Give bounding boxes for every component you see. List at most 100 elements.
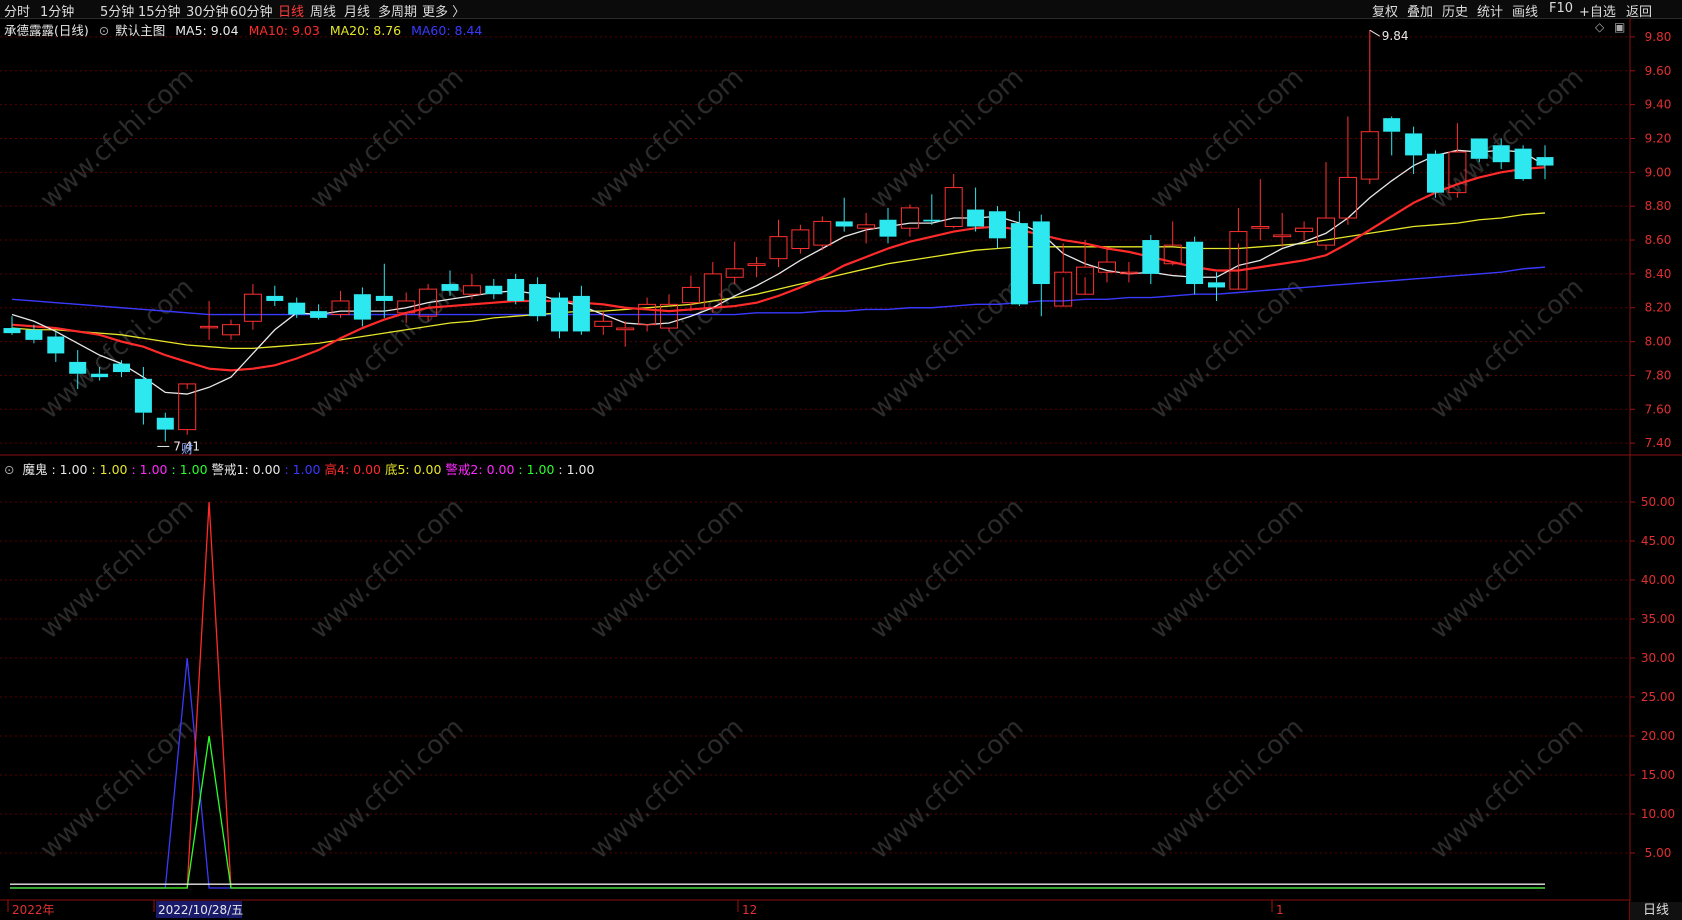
candle-body [1448, 151, 1467, 194]
indicator-tick-label: 10.00 [1641, 807, 1675, 821]
tab-weekly[interactable]: 周线 [310, 1, 336, 20]
watermark: www.cfchi.com [865, 272, 1030, 425]
indicator-legend-label: 底5: [380, 462, 414, 477]
candle-body [638, 303, 657, 326]
tab-monthly[interactable]: 月线 [344, 1, 370, 20]
diamond-icon[interactable]: ◇ [1595, 20, 1604, 34]
watermark: www.cfchi.com [1425, 492, 1590, 645]
candle-body [857, 224, 876, 229]
price-tick-label: 8.60 [1645, 233, 1672, 247]
candle-body [1536, 157, 1554, 166]
price-tick-label: 7.60 [1645, 402, 1672, 416]
candle-body [69, 361, 87, 374]
candle-body [989, 211, 1006, 239]
candle-body [375, 295, 393, 301]
indicator-tick-label: 20.00 [1641, 729, 1675, 743]
price-tick-label: 8.20 [1645, 301, 1672, 315]
date-highlight [156, 901, 242, 918]
candle-body [1098, 261, 1116, 273]
f10-button[interactable]: F10 [1549, 1, 1573, 16]
indicator-tick-label: 15.00 [1641, 768, 1675, 782]
overlay-button[interactable]: 叠加 [1407, 1, 1433, 20]
watermark: www.cfchi.com [865, 62, 1030, 215]
low-price-label: 7.41 [173, 439, 200, 453]
fuquan-button[interactable]: 复权 [1372, 1, 1398, 20]
tab-60min[interactable]: 60分钟 [230, 1, 273, 20]
indicator-legend-label: : [554, 462, 567, 477]
indicator-legend-item: 底5: 0.00 [380, 462, 442, 477]
watermark: www.cfchi.com [305, 272, 470, 425]
tab-1min[interactable]: 1分钟 [40, 1, 74, 20]
history-button[interactable]: 历史 [1442, 1, 1468, 20]
indicator-legend-label: : [127, 462, 140, 477]
indicator-legend-label: : [514, 462, 527, 477]
candle-body [331, 300, 350, 316]
candle-body [594, 320, 613, 327]
candle-body [813, 220, 832, 246]
candle-body [419, 288, 438, 317]
tab-more[interactable]: 更多 〉 [422, 1, 465, 20]
stats-button[interactable]: 统计 [1477, 1, 1503, 20]
candle-body [1119, 271, 1138, 275]
price-tick-label: 9.00 [1645, 165, 1672, 179]
template-name[interactable]: 默认主图 [115, 23, 165, 38]
finance-marker: 财 [181, 442, 193, 456]
draw-button[interactable]: 画线 [1512, 1, 1538, 20]
tab-fenshi[interactable]: 分时 [4, 1, 30, 20]
period-indicator[interactable]: 日线 [1629, 902, 1682, 920]
collapse-icon[interactable]: ⊙ [4, 462, 14, 477]
watermark: www.cfchi.com [865, 492, 1030, 645]
indicator-legend-value: 1.00 [99, 462, 128, 477]
price-tick-label: 9.80 [1645, 30, 1672, 44]
ma20-value: 8.76 [373, 23, 402, 38]
ma10-legend: MA10: 9.03 [249, 23, 320, 38]
back-button[interactable]: 返回 [1626, 1, 1652, 20]
candle-body [703, 273, 722, 309]
indicator-tick-label: 50.00 [1641, 495, 1675, 509]
time-axis-label: 1 [1276, 903, 1284, 917]
indicator-line [10, 657, 1545, 889]
candle-body [47, 336, 65, 354]
candle-body [1295, 227, 1314, 233]
candle-body [1142, 240, 1160, 274]
candle-body [529, 284, 547, 317]
candle-body [288, 302, 306, 315]
price-tick-label: 9.20 [1645, 131, 1672, 145]
tab-daily[interactable]: 日线 [278, 1, 304, 20]
tab-30min[interactable]: 30分钟 [186, 1, 229, 20]
tab-5min[interactable]: 5分钟 [100, 1, 134, 20]
window-icon[interactable]: ▣ [1614, 20, 1625, 34]
price-tick-label: 8.80 [1645, 199, 1672, 213]
candle-body [25, 329, 43, 340]
candle-body [1338, 176, 1357, 219]
candle-body [660, 303, 678, 329]
indicator-legend-item: : 1.00 [127, 462, 167, 477]
period-toolbar: 分时 1分钟 5分钟 15分钟 30分钟 60分钟 日线 周线 月线 多周期 更… [0, 0, 1682, 20]
indicator-legend: ⊙ 魔鬼 : 1.00 : 1.00 : 1.00 : 1.00 警戒1: 0.… [4, 459, 594, 478]
candle-body [243, 293, 262, 322]
candle-body [769, 236, 788, 260]
main-legend: 承德露露(日线) ⊙ 默认主图 MA5: 9.04 MA10: 9.03 MA20… [4, 20, 488, 39]
indicator-legend-value: 1.00 [292, 462, 321, 477]
watermark: www.cfchi.com [585, 272, 750, 425]
indicator-tick-label: 5.00 [1645, 846, 1672, 860]
stock-title[interactable]: 承德露露(日线) [4, 23, 89, 38]
candle-body [222, 324, 240, 336]
candle-body [1405, 133, 1423, 156]
candle-body [551, 297, 568, 332]
indicator-legend-value: 0.00 [353, 462, 381, 477]
candle-body [616, 327, 635, 331]
candle-body [1514, 148, 1532, 180]
candle-body [747, 263, 766, 266]
indicator-legend-label: 警戒2: [441, 462, 487, 477]
tab-15min[interactable]: 15分钟 [138, 1, 181, 20]
candle-body [1492, 145, 1510, 163]
candle-body [835, 221, 853, 227]
watermark: www.cfchi.com [585, 62, 750, 215]
add-watchlist-button[interactable]: +自选 [1579, 1, 1616, 20]
tab-multi-period[interactable]: 多周期 [378, 1, 417, 20]
candle-body [266, 295, 284, 301]
candle-body [397, 300, 416, 314]
template-icon[interactable]: ⊙ [99, 23, 109, 38]
candle-body [572, 295, 590, 332]
